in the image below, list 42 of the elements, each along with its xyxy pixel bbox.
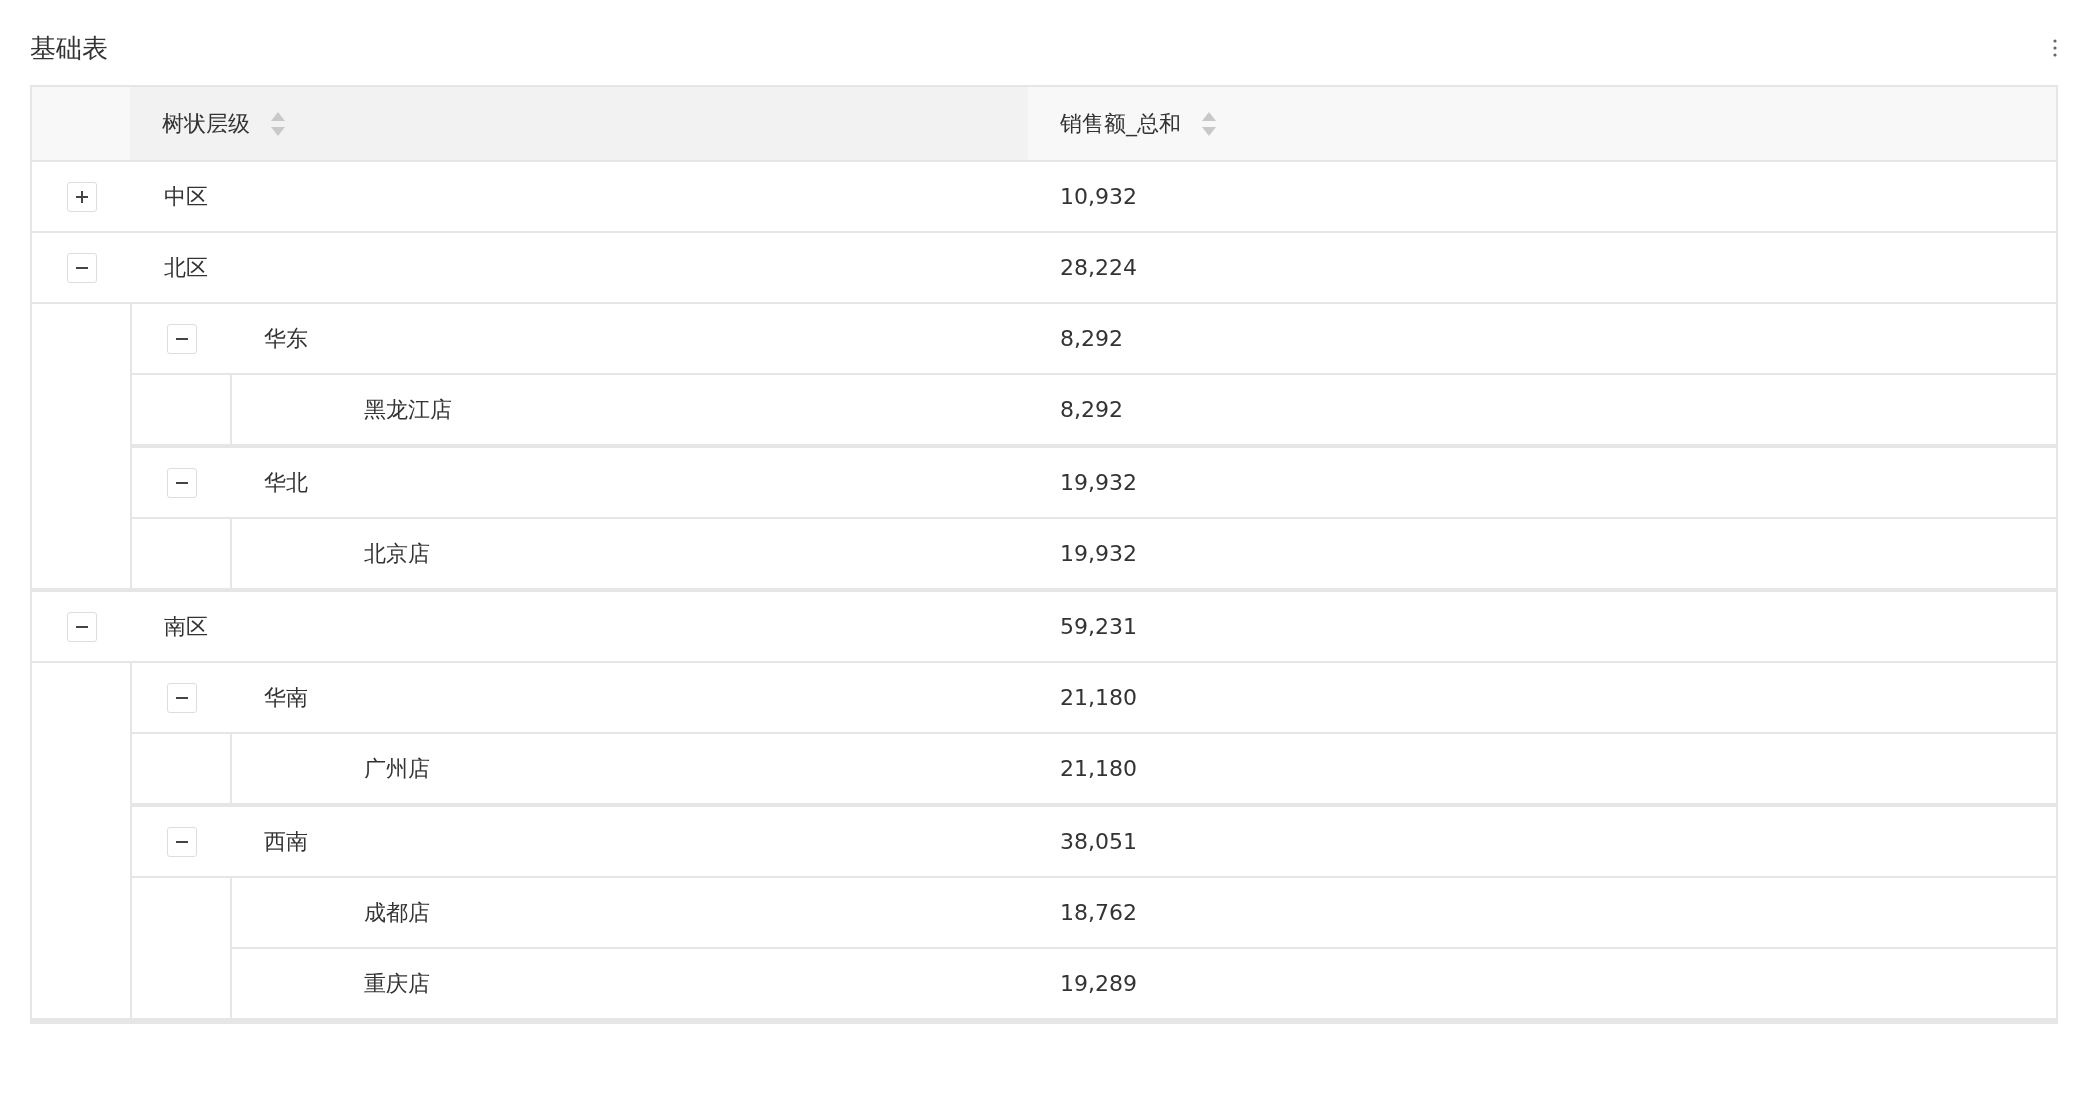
column-header: 销售额_总和 [1060, 109, 1181, 139]
collapse-button[interactable] [67, 611, 97, 642]
table-cell-text: 18,762 [1059, 900, 1138, 925]
tree-cell-text: 西南 [263, 827, 309, 856]
minus-icon [76, 625, 88, 628]
table-cell-text: 21,180 [1059, 756, 1138, 781]
minus-icon [176, 481, 188, 484]
more-icon[interactable] [2052, 38, 2058, 58]
tree-cell-text: 北京店 [363, 539, 431, 568]
minus-icon [176, 337, 188, 340]
minus-icon [76, 266, 88, 269]
tree-cell-text: 华北 [263, 468, 309, 497]
table-title: 基础表 [30, 31, 108, 65]
collapse-button[interactable] [67, 252, 97, 283]
tree-cell-text: 广州店 [363, 754, 431, 783]
tree-cell-text: 中区 [163, 182, 209, 211]
table-cell-text: 59,231 [1059, 614, 1138, 639]
table-cell-text: 8,292 [1059, 397, 1124, 422]
tree-cell-text: 华南 [263, 683, 309, 712]
expand-button[interactable] [67, 181, 97, 212]
collapse-button[interactable] [167, 826, 197, 857]
collapse-button[interactable] [167, 682, 197, 713]
table-cell-text: 10,932 [1059, 184, 1138, 209]
tree-cell-text: 北区 [163, 253, 209, 282]
tree-cell-text: 南区 [163, 612, 209, 641]
minus-icon [176, 696, 188, 699]
tree-cell-text: 黑龙江店 [363, 395, 453, 424]
table-cell-text: 38,051 [1059, 829, 1138, 854]
column-header: 树状层级 [162, 109, 250, 138]
collapse-button[interactable] [167, 323, 197, 354]
tree-cell-text: 华东 [263, 324, 309, 353]
table-cell-text: 19,932 [1059, 541, 1138, 566]
table-cell-text: 8,292 [1059, 326, 1124, 351]
table-cell-text: 28,224 [1059, 255, 1138, 280]
table-cell-text: 19,289 [1059, 971, 1138, 996]
tree-cell-text: 重庆店 [363, 969, 431, 998]
table-cell-text: 21,180 [1059, 685, 1138, 710]
plus-icon [76, 190, 88, 203]
minus-icon [176, 840, 188, 843]
collapse-button[interactable] [167, 467, 197, 498]
table-cell-text: 19,932 [1059, 470, 1138, 495]
tree-cell-text: 成都店 [363, 898, 431, 927]
